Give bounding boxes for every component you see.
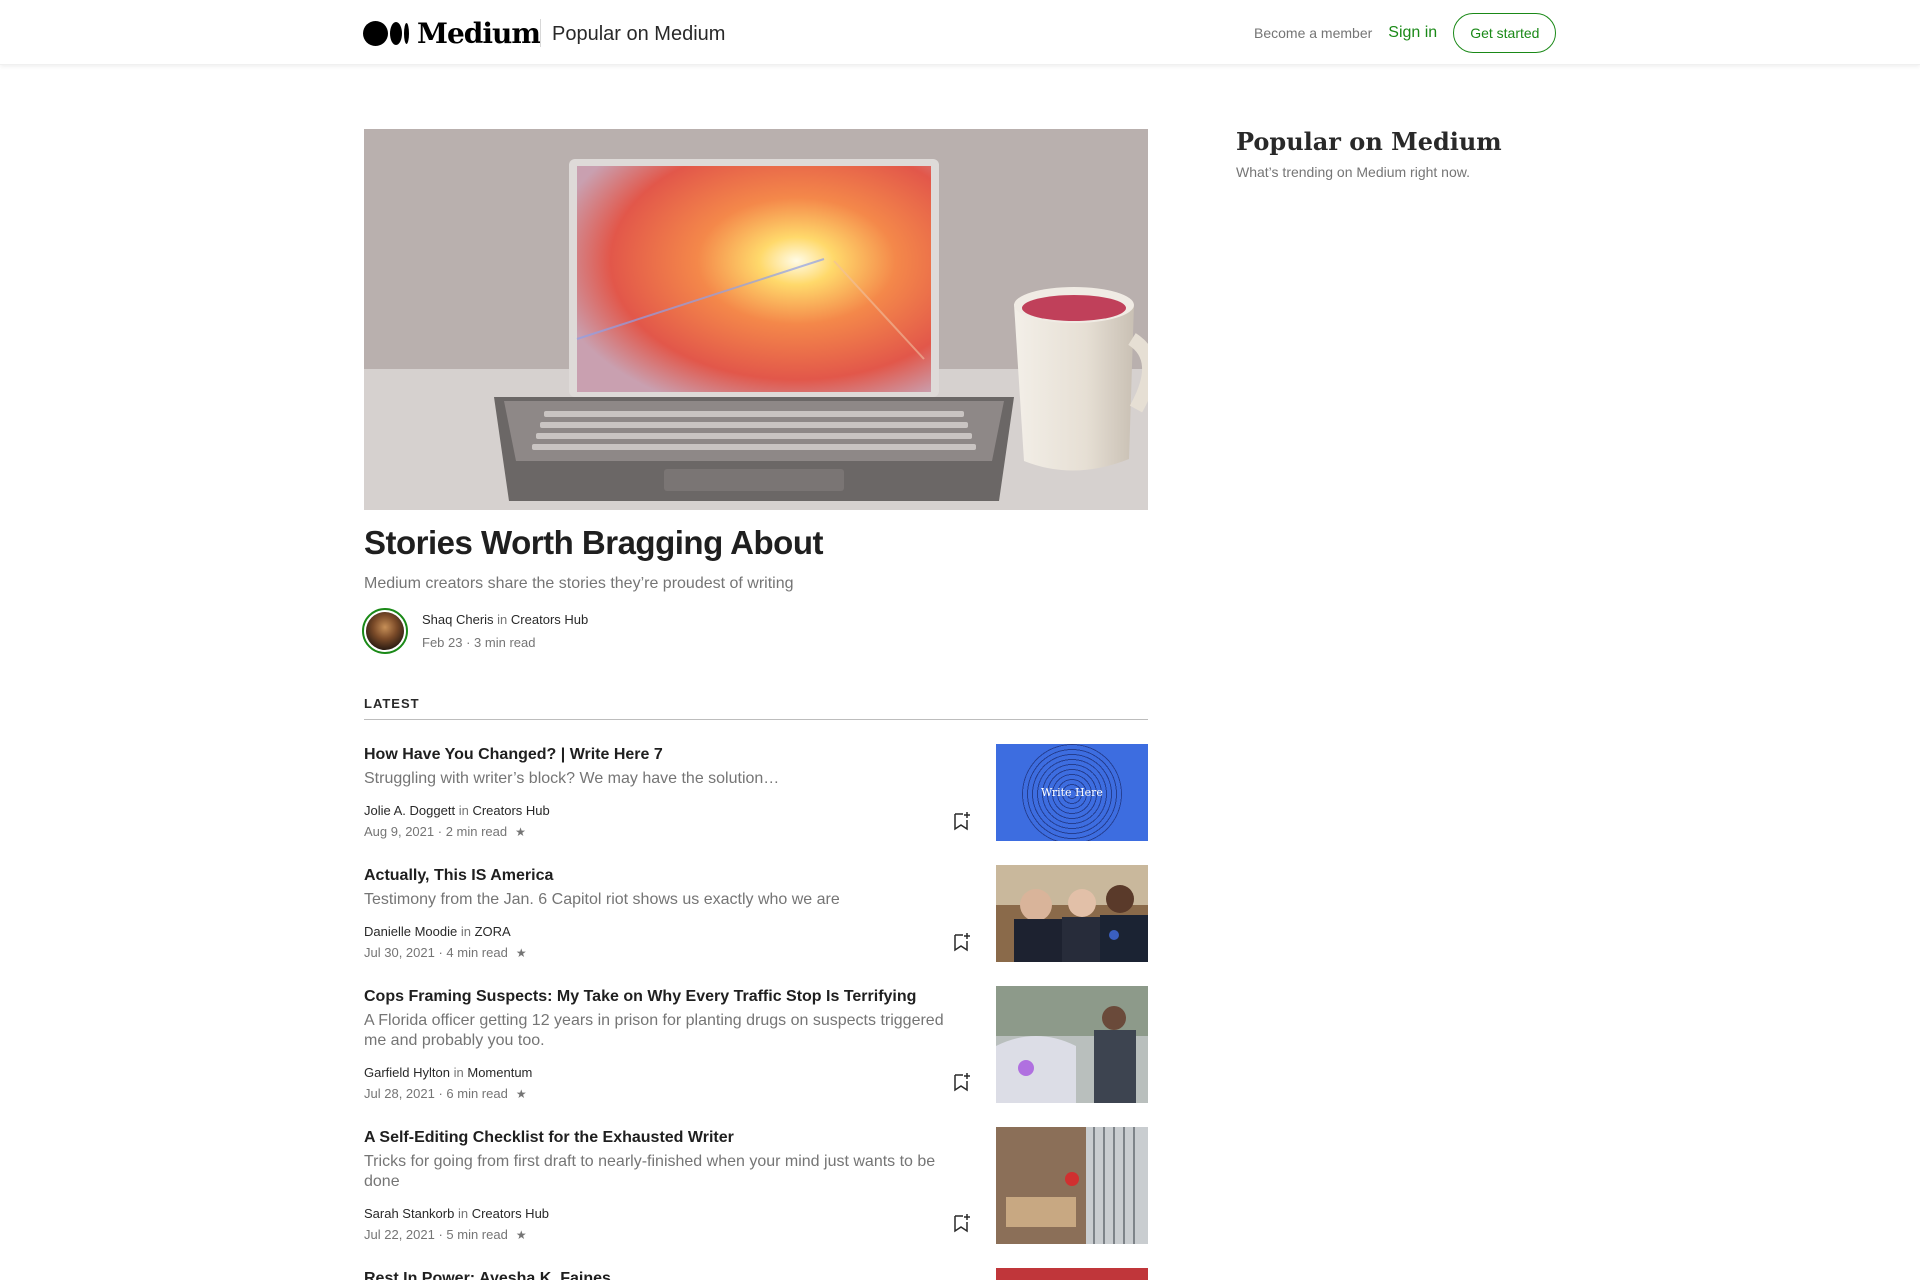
article-thumbnail[interactable] [996, 986, 1148, 1103]
article-subtitle[interactable]: Struggling with writer’s block? We may h… [364, 769, 954, 789]
header-divider [540, 19, 541, 47]
article-in-word: in [460, 924, 471, 939]
featured-article-title[interactable]: Stories Worth Bragging About [364, 524, 823, 562]
become-member-link[interactable]: Become a member [1254, 25, 1372, 41]
article-thumbnail[interactable] [996, 1268, 1148, 1280]
thumbnail-text: Write Here [1041, 786, 1103, 799]
article-author[interactable]: Sarah Stankorb [364, 1206, 454, 1221]
laptop-sunset-illustration [364, 129, 1148, 510]
article-thumbnail[interactable] [996, 865, 1148, 962]
article-in-word: in [458, 803, 469, 818]
medium-wordmark: Medium [417, 16, 541, 50]
star-icon: ★ [515, 1086, 527, 1101]
article-date: Jul 22, 2021 [364, 1227, 435, 1242]
featured-article-subtitle[interactable]: Medium creators share the stories they’r… [364, 575, 794, 593]
bookmark-add-icon[interactable] [950, 1212, 972, 1234]
sign-in-link[interactable]: Sign in [1388, 24, 1437, 42]
star-icon: ★ [515, 824, 526, 839]
traffic-stop-photo [996, 986, 1148, 1103]
article-publication[interactable]: Creators Hub [472, 1206, 549, 1221]
article-date: Jul 28, 2021 [364, 1086, 435, 1101]
article-author[interactable]: Danielle Moodie [364, 924, 457, 939]
featured-date: Feb 23 [422, 635, 463, 650]
bookmark-add-icon[interactable] [950, 810, 972, 832]
article-publication[interactable]: ZORA [475, 924, 511, 939]
article-thumbnail[interactable] [996, 1127, 1148, 1244]
author-avatar[interactable] [362, 608, 408, 654]
article-item[interactable]: Cops Framing Suspects: My Take on Why Ev… [364, 986, 1148, 1104]
workspace-photo [996, 1127, 1148, 1244]
featured-author-name[interactable]: Shaq Cheris [422, 612, 494, 627]
featured-read-time: 3 min read [474, 635, 536, 650]
article-subtitle[interactable]: Testimony from the Jan. 6 Capitol riot s… [364, 890, 954, 910]
article-item[interactable]: How Have You Changed? | Write Here 7 Str… [364, 744, 1148, 842]
article-item[interactable]: Rest In Power: Ayesha K. Faines [364, 1268, 1148, 1280]
article-read-time: 5 min read [446, 1227, 508, 1242]
featured-publication-name[interactable]: Creators Hub [511, 612, 588, 627]
medium-logo[interactable]: Medium [363, 16, 541, 50]
article-author[interactable]: Jolie A. Doggett [364, 803, 455, 818]
article-read-time: 2 min read [445, 824, 508, 839]
star-icon: ★ [515, 945, 527, 960]
bookmark-add-icon[interactable] [950, 931, 972, 953]
sidebar-subtitle: What’s trending on Medium right now. [1236, 164, 1470, 180]
article-thumbnail[interactable]: Write Here [996, 744, 1148, 841]
header-actions: Become a member Sign in Get started [1254, 13, 1557, 53]
featured-in-word: in [497, 612, 508, 627]
article-subtitle[interactable]: A Florida officer getting 12 years in pr… [364, 1011, 954, 1051]
latest-divider [364, 719, 1148, 720]
article-item[interactable]: A Self-Editing Checklist for the Exhaust… [364, 1127, 1148, 1245]
top-navigation-bar: Medium Popular on Medium Become a member… [0, 0, 1920, 65]
hearing-photo [996, 865, 1148, 962]
sidebar-title: Popular on Medium [1236, 127, 1502, 156]
bookmark-add-icon[interactable] [950, 1071, 972, 1093]
medium-logo-icon [363, 20, 409, 46]
star-icon: ★ [515, 1227, 527, 1242]
article-read-time: 4 min read [446, 945, 508, 960]
article-publication[interactable]: Creators Hub [472, 803, 549, 818]
article-item[interactable]: Actually, This IS America Testimony from… [364, 865, 1148, 963]
publication-title-link[interactable]: Popular on Medium [552, 23, 725, 46]
featured-article-image[interactable] [364, 129, 1148, 510]
article-date: Aug 9, 2021 [364, 824, 435, 839]
latest-heading: LATEST [364, 696, 420, 711]
article-author[interactable]: Garfield Hylton [364, 1065, 450, 1080]
article-subtitle[interactable]: Tricks for going from first draft to nea… [364, 1152, 954, 1192]
article-date: Jul 30, 2021 [364, 945, 435, 960]
get-started-button[interactable]: Get started [1453, 13, 1557, 53]
article-publication[interactable]: Momentum [467, 1065, 532, 1080]
article-in-word: in [453, 1065, 464, 1080]
article-read-time: 6 min read [446, 1086, 508, 1101]
featured-article-byline: Shaq Cheris in Creators Hub Feb 23 · 3 m… [362, 608, 588, 654]
article-in-word: in [457, 1206, 469, 1221]
